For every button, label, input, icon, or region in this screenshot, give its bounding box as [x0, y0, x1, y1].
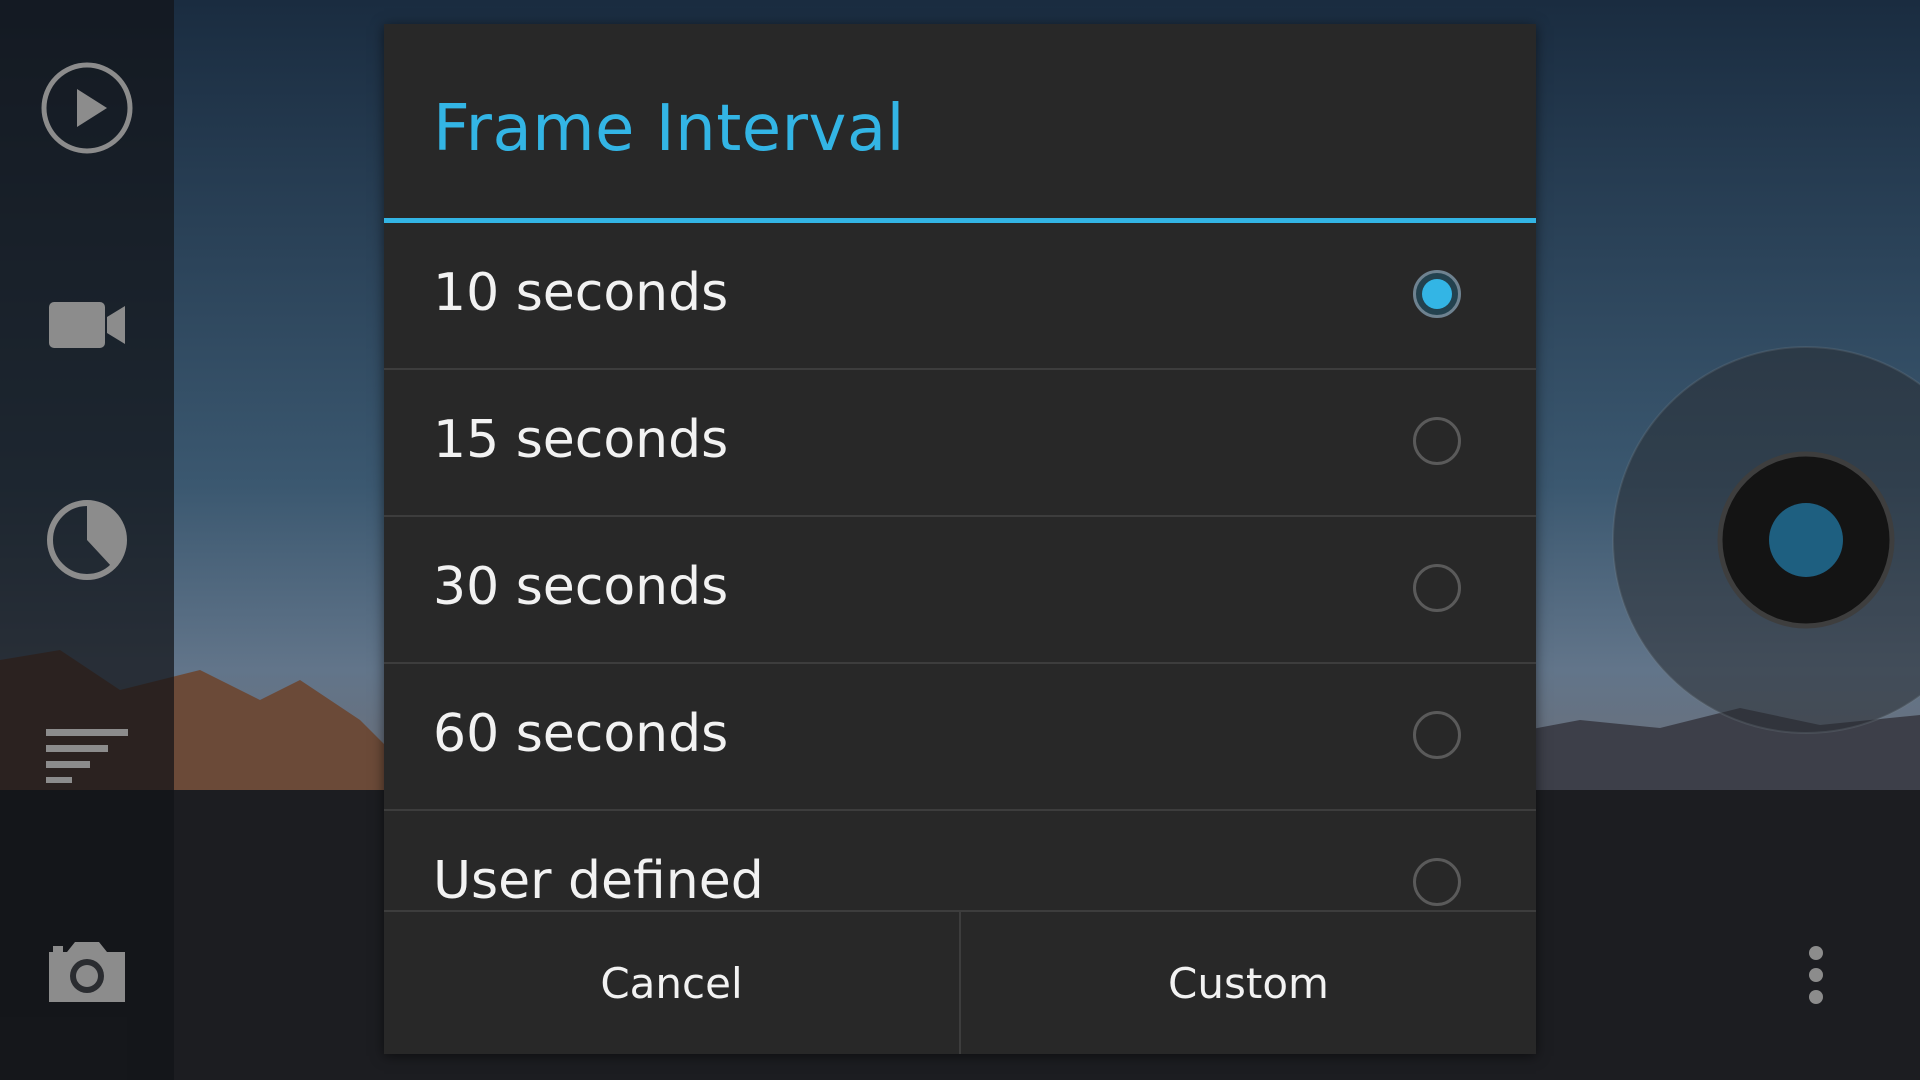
option-label: 60 seconds — [433, 704, 729, 764]
option-label: 15 seconds — [433, 410, 729, 470]
timer-icon — [47, 500, 127, 580]
custom-button[interactable]: Custom — [959, 912, 1536, 1054]
radio-button[interactable] — [1413, 417, 1461, 465]
option-10-seconds[interactable]: 10 seconds — [384, 223, 1536, 370]
dialog-title: Frame Interval — [433, 92, 905, 166]
option-label: User defined — [433, 851, 764, 911]
photo-mode-button[interactable] — [0, 897, 174, 1047]
sort-list-icon — [46, 729, 128, 783]
shutter-button[interactable] — [1717, 451, 1895, 629]
radio-button[interactable] — [1413, 564, 1461, 612]
option-list[interactable]: 10 seconds 15 seconds 30 seconds 60 seco… — [384, 223, 1536, 934]
play-button[interactable] — [0, 33, 174, 183]
option-label: 30 seconds — [433, 557, 729, 617]
camera-icon — [49, 942, 125, 1002]
option-30-seconds[interactable]: 30 seconds — [384, 517, 1536, 664]
cancel-button[interactable]: Cancel — [384, 912, 959, 1054]
frame-interval-dialog: Frame Interval 10 seconds 15 seconds 30 … — [384, 24, 1536, 1054]
dialog-button-bar: Cancel Custom — [384, 910, 1536, 1054]
dialog-header: Frame Interval — [384, 24, 1536, 223]
play-icon — [41, 62, 133, 154]
sidebar — [0, 0, 174, 1080]
record-dot-icon — [1769, 503, 1843, 577]
radio-button-checked[interactable] — [1413, 270, 1461, 318]
radio-button[interactable] — [1413, 711, 1461, 759]
option-60-seconds[interactable]: 60 seconds — [384, 664, 1536, 811]
option-label: 10 seconds — [433, 263, 729, 323]
video-mode-button[interactable] — [0, 250, 174, 400]
video-camera-icon — [49, 302, 125, 348]
more-vert-icon — [1809, 946, 1823, 1004]
radio-button[interactable] — [1413, 858, 1461, 906]
shutter-control — [1610, 345, 1920, 735]
option-15-seconds[interactable]: 15 seconds — [384, 370, 1536, 517]
interval-button[interactable] — [0, 465, 174, 615]
settings-list-button[interactable] — [0, 680, 174, 830]
overflow-menu-button[interactable] — [1776, 920, 1856, 1030]
